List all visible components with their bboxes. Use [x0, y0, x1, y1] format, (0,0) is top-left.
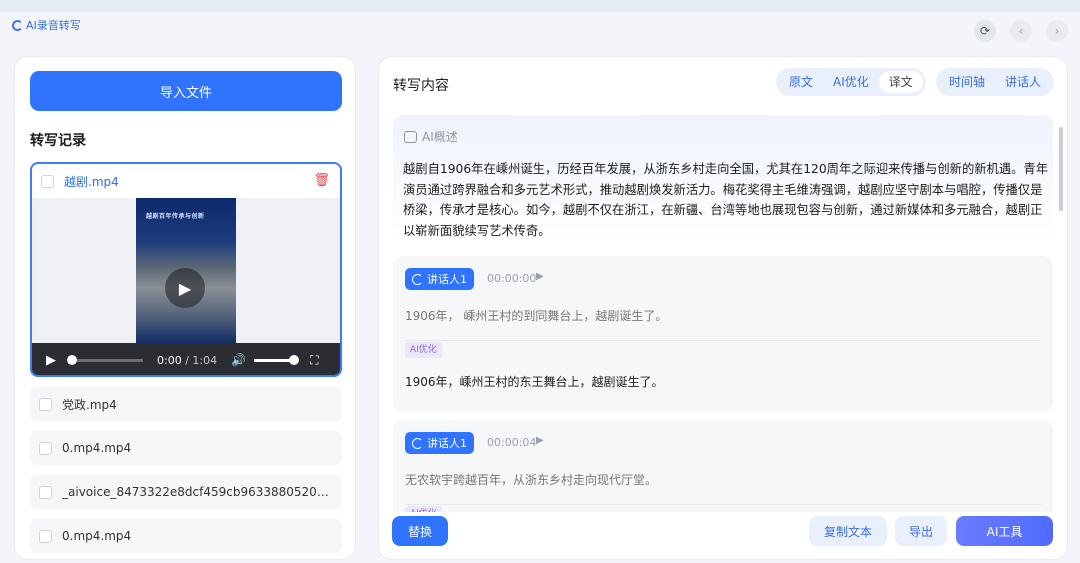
current-time: 0:00	[157, 353, 182, 367]
play-overlay-icon[interactable]: ▶	[165, 268, 205, 308]
tab-original[interactable]: 原文	[779, 71, 823, 93]
tab-translation[interactable]: 译文	[878, 71, 923, 93]
file-checkbox[interactable]	[39, 485, 52, 499]
replace-button[interactable]: 替换	[392, 516, 448, 546]
app-logo-icon	[12, 19, 23, 31]
file-name: 0.mp4.mp4	[62, 529, 132, 543]
edit-note-icon	[404, 130, 417, 143]
divider	[405, 504, 1041, 505]
copy-text-button[interactable]: 复制文本	[809, 516, 887, 546]
top-actions: ⟳ ‹ ›	[974, 20, 1068, 42]
speaker-button[interactable]: 讲话人1	[405, 432, 474, 454]
volume-icon[interactable]: 🔊	[231, 353, 246, 367]
fullscreen-icon[interactable]: ⛶	[310, 353, 318, 368]
export-button[interactable]: 导出	[895, 516, 947, 546]
transcript-segment: 讲话人1 00:00:00 ▶ 1906年， 嵊州王村的到同舞台上，越剧诞生了。…	[393, 256, 1053, 412]
window-top-strip	[0, 0, 1080, 12]
speaker-label: 讲话人1	[427, 273, 467, 286]
extra-tabs: 时间轴 讲话人	[936, 68, 1055, 96]
list-item[interactable]: _aivoice_8473322e8dcf459cb9633880520cba.…	[30, 475, 342, 509]
list-item[interactable]: 0.mp4.mp4	[30, 519, 342, 553]
chevron-right-icon[interactable]: ›	[1046, 20, 1068, 42]
ai-tools-button[interactable]: AI工具	[956, 516, 1053, 546]
file-name[interactable]: 越剧.mp4	[64, 173, 119, 190]
segment-time: 00:00:00	[487, 272, 537, 285]
import-file-button[interactable]: 导入文件	[30, 71, 342, 111]
file-checkbox[interactable]	[39, 397, 52, 411]
ai-summary-heading: AI概述	[404, 128, 458, 145]
selected-file-card[interactable]: 越剧.mp4 🗑 越剧百年传承与创新 ▶ ▶ 0:00 / 1:04 🔊 ⛶	[30, 162, 342, 377]
view-tabs: 原文 AI优化 译文	[776, 68, 926, 96]
volume-slider[interactable]	[254, 354, 300, 365]
section-title: 转写记录	[30, 133, 86, 149]
ai-summary-label: AI概述	[422, 130, 458, 144]
tab-speaker[interactable]: 讲话人	[995, 71, 1051, 93]
ai-summary-text: 越剧自1906年在嵊州诞生，历经百年发展，从浙东乡村走向全国，尤其在120周年之…	[403, 162, 1049, 238]
refresh-icon[interactable]: ⟳	[974, 20, 996, 42]
original-text: 无农软宇跨越百年，从浙东乡村走向现代厅堂。	[405, 473, 658, 487]
video-preview[interactable]: 越剧百年传承与创新 ▶	[32, 198, 340, 343]
tab-ai-optimized[interactable]: AI优化	[823, 71, 879, 93]
trash-icon[interactable]: 🗑	[313, 173, 330, 188]
chevron-left-icon[interactable]: ‹	[1010, 20, 1032, 42]
original-text: 1906年， 嵊州王村的到同舞台上，越剧诞生了。	[405, 309, 668, 323]
divider	[405, 340, 1041, 341]
bottom-action-bar: 替换 复制文本 导出 AI工具	[379, 512, 1067, 559]
left-panel: 导入文件 转写记录 越剧.mp4 🗑 越剧百年传承与创新 ▶ ▶ 0:00 / …	[14, 56, 356, 560]
file-header: 越剧.mp4	[32, 164, 340, 198]
ai-optimized-badge: AI优化	[405, 342, 442, 358]
speaker-icon	[412, 273, 423, 285]
speaker-button[interactable]: 讲话人1	[405, 268, 474, 290]
list-item[interactable]: 0.mp4.mp4	[30, 431, 342, 465]
app-title: AI录音转写	[12, 17, 81, 33]
ai-summary-box: AI概述 越剧自1906年在嵊州诞生，历经百年发展，从浙东乡村走向全国，尤其在1…	[393, 115, 1053, 245]
thumbnail-caption: 越剧百年传承与创新	[146, 213, 205, 220]
file-name: _aivoice_8473322e8dcf459cb9633880520cba.…	[62, 485, 330, 499]
file-name: 党政.mp4	[62, 397, 117, 412]
speaker-icon	[412, 437, 423, 449]
right-panel: 转写内容 原文 AI优化 译文 时间轴 讲话人 AI概述 越剧自1906年在嵊州…	[378, 56, 1068, 560]
seek-bar[interactable]	[67, 354, 143, 365]
file-checkbox[interactable]	[39, 529, 52, 543]
segment-play-icon[interactable]: ▶	[536, 271, 544, 282]
duration: 1:04	[192, 353, 218, 367]
play-icon[interactable]: ▶	[46, 353, 56, 368]
file-name: 0.mp4.mp4	[62, 441, 132, 455]
segment-time: 00:00:04	[487, 436, 537, 449]
time-separator: /	[181, 353, 193, 367]
video-controls: ▶ 0:00 / 1:04 🔊 ⛶	[32, 343, 340, 375]
file-checkbox[interactable]	[41, 174, 54, 188]
tab-timeline[interactable]: 时间轴	[939, 71, 995, 93]
segment-play-icon[interactable]: ▶	[536, 435, 544, 446]
list-item[interactable]: 党政.mp4	[30, 387, 342, 421]
speaker-label: 讲话人1	[427, 437, 467, 450]
time-display: 0:00 / 1:04	[157, 354, 217, 367]
scrollbar[interactable]	[1059, 127, 1063, 211]
app-title-text: AI录音转写	[26, 19, 81, 32]
file-checkbox[interactable]	[39, 441, 52, 455]
panel-title: 转写内容	[393, 78, 449, 94]
optimized-text: 1906年，嵊州王村的东王舞台上，越剧诞生了。	[405, 375, 664, 389]
